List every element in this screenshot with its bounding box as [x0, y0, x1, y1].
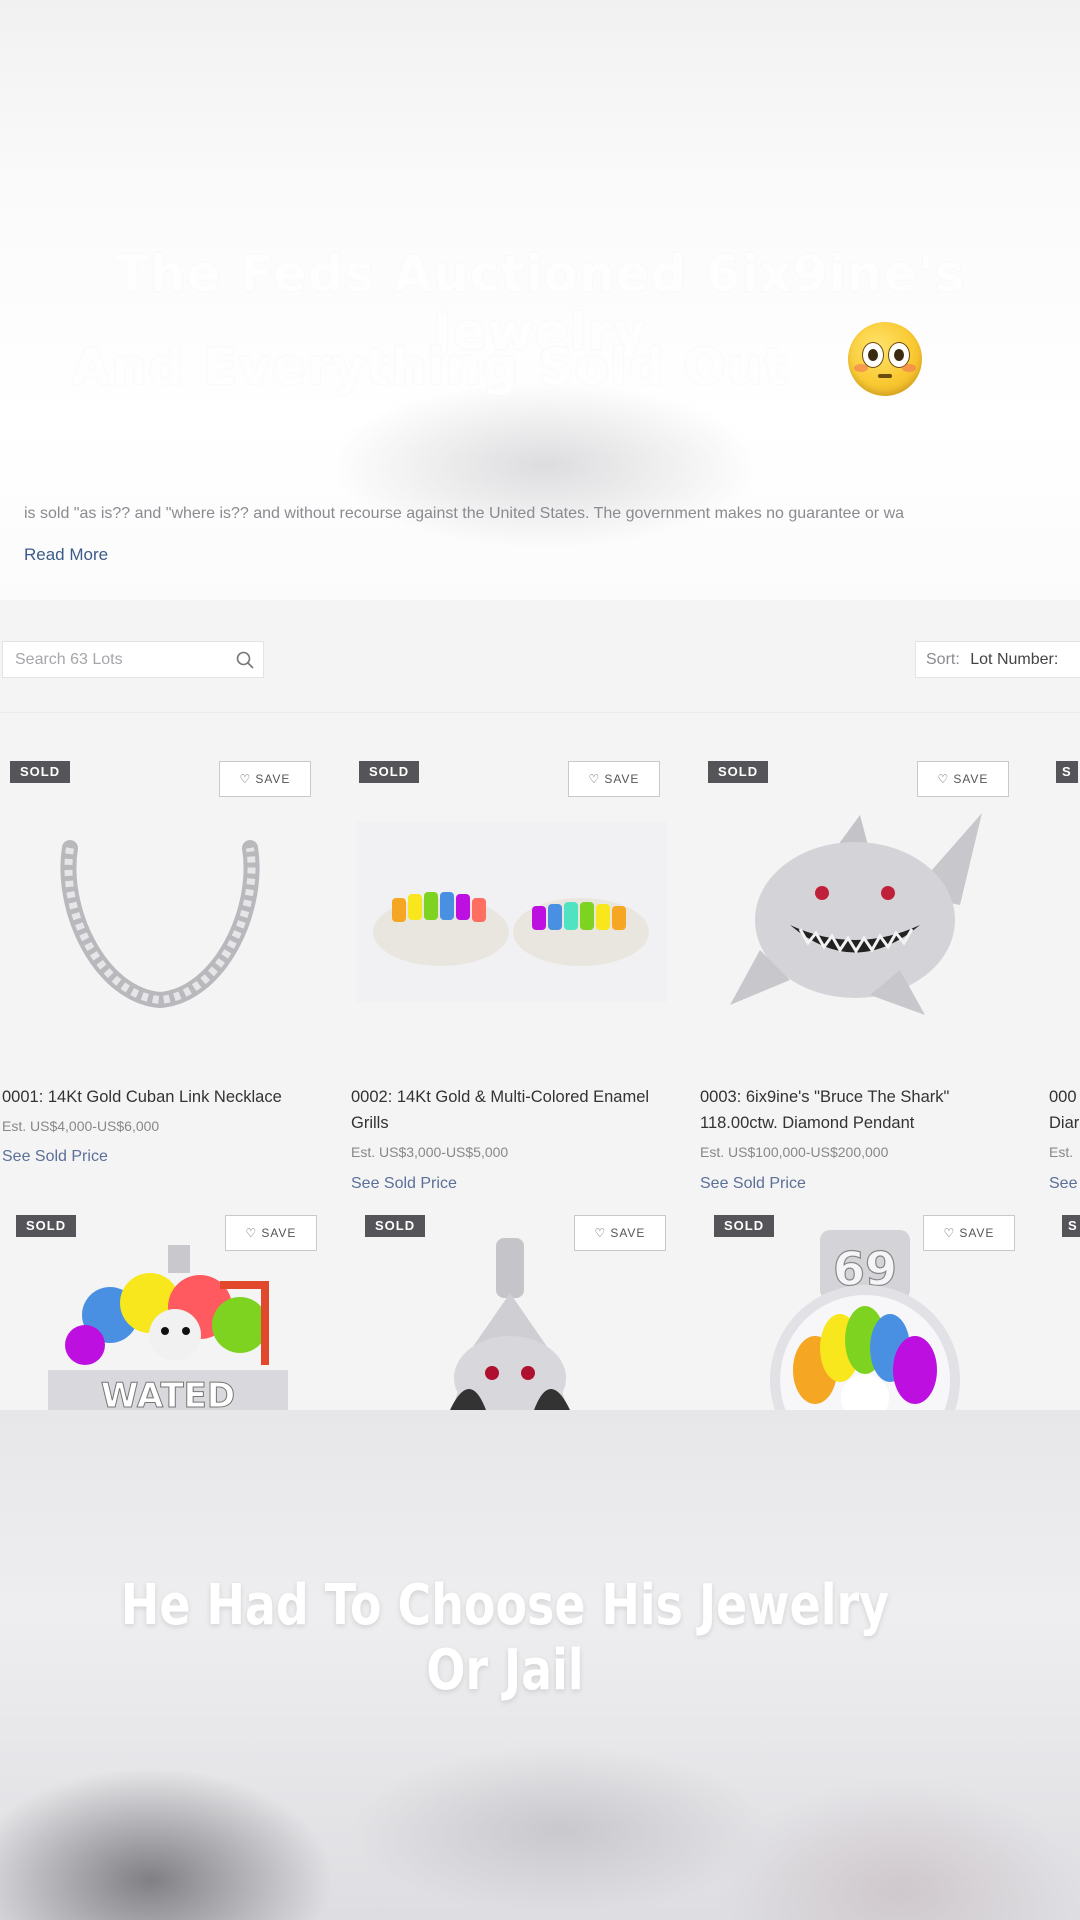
- heart-icon: ♡: [937, 772, 950, 786]
- heart-icon: ♡: [245, 1226, 258, 1240]
- lot-search-box[interactable]: [2, 641, 264, 678]
- sold-badge: SOLD: [365, 1215, 426, 1237]
- lot-title-line2: Diar: [1049, 1114, 1080, 1132]
- sort-dropdown[interactable]: Sort: Lot Number:: [915, 641, 1080, 678]
- sort-value[interactable]: Lot Number:: [970, 651, 1058, 668]
- video-caption: He Had To Choose His Jewelry Or Jail: [120, 1573, 890, 1703]
- cuban-link-necklace-image[interactable]: [40, 820, 280, 1020]
- heart-icon: ♡: [239, 772, 252, 786]
- see-sold-price-link[interactable]: See Sold Price: [351, 1175, 457, 1193]
- lot-estimate: Est. US$4,000-US$6,000: [2, 1118, 160, 1134]
- lot-title[interactable]: 0002: 14Kt Gold & Multi-Colored Enamel G…: [351, 1084, 666, 1136]
- 69-flower-pendant-image[interactable]: 69: [760, 1230, 970, 1410]
- enamel-grills-image[interactable]: [356, 822, 667, 1002]
- sold-badge: S: [1056, 761, 1078, 783]
- see-sold-price-link[interactable]: See Sold Price: [700, 1175, 806, 1193]
- save-button[interactable]: ♡ SAVE: [917, 761, 1009, 797]
- lot-estimate: Est.: [1049, 1144, 1074, 1160]
- svg-text:WATED: WATED: [101, 1376, 235, 1410]
- sold-badge: SOLD: [708, 761, 769, 783]
- overlay-headline-line2: And Everything Sold Out: [71, 338, 789, 396]
- bruce-the-shark-pendant-image[interactable]: [720, 805, 990, 1020]
- see-sold-price-link[interactable]: See Sold Price: [2, 1148, 108, 1166]
- heart-icon: ♡: [594, 1226, 607, 1240]
- save-button[interactable]: ♡ SAVE: [568, 761, 660, 797]
- lot-estimate: Est. US$3,000-US$5,000: [351, 1144, 509, 1160]
- lot-estimate: Est. US$100,000-US$200,000: [700, 1144, 889, 1160]
- toolbar-divider: [0, 712, 1080, 713]
- see-sold-price-link[interactable]: See: [1049, 1175, 1080, 1193]
- sold-badge: S: [1062, 1215, 1080, 1237]
- sold-badge: SOLD: [10, 761, 71, 783]
- read-more-link[interactable]: Read More: [24, 545, 108, 565]
- sold-badge: SOLD: [359, 761, 420, 783]
- lot-title[interactable]: 0001: 14Kt Gold Cuban Link Necklace: [2, 1084, 317, 1110]
- save-button[interactable]: ♡ SAVE: [219, 761, 311, 797]
- search-input[interactable]: [3, 642, 230, 677]
- sort-label: Sort:: [926, 651, 960, 668]
- sold-badge: SOLD: [16, 1215, 77, 1237]
- jigsaw-pendant-image[interactable]: [430, 1238, 590, 1410]
- auction-description: is sold "as is?? and "where is?? and wit…: [24, 505, 905, 522]
- lot-title[interactable]: 0003: 6ix9ine's "Bruce The Shark" 118.00…: [700, 1084, 1015, 1136]
- flushed-face-emoji-icon: [848, 322, 922, 396]
- lot-title[interactable]: 000: [1049, 1084, 1080, 1110]
- heart-icon: ♡: [588, 772, 601, 786]
- search-icon[interactable]: [235, 650, 255, 670]
- wated-pendant-image[interactable]: WATED: [40, 1245, 290, 1410]
- blurred-shape: [330, 380, 760, 550]
